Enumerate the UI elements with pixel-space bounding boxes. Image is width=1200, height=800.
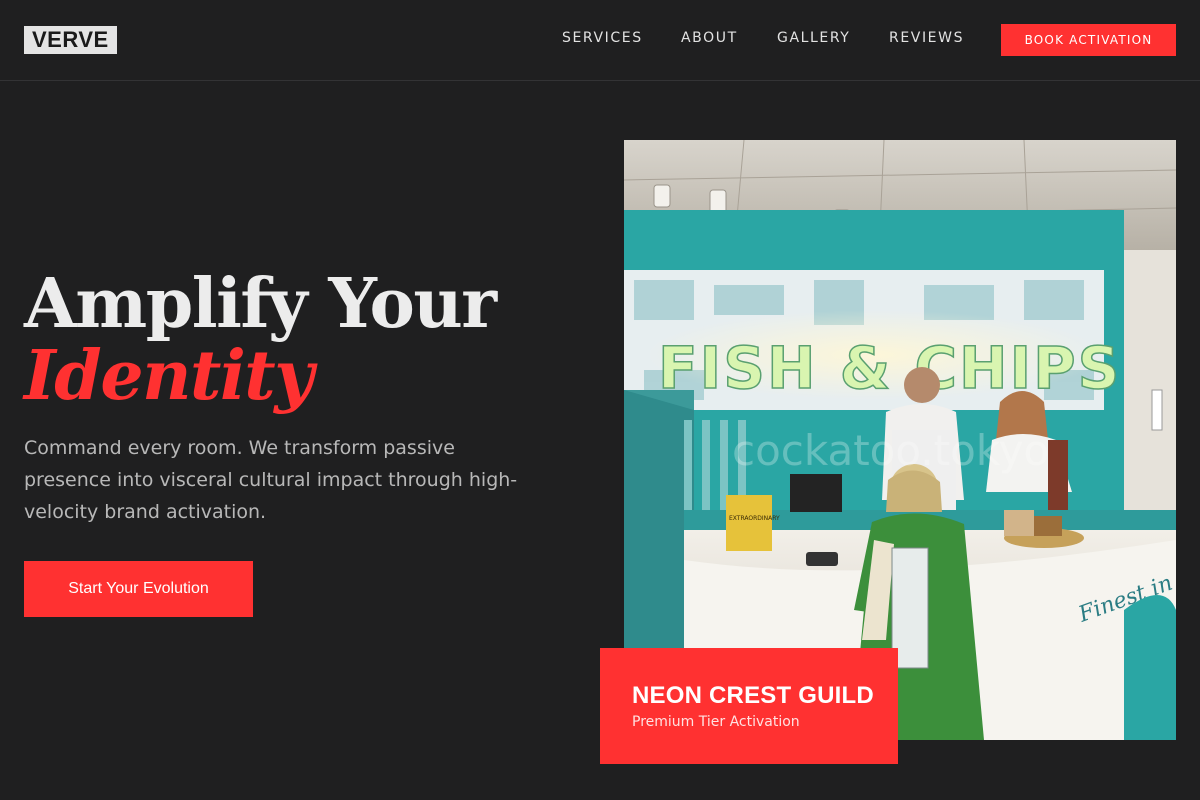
hero-subtitle: Command every room. We transform passive…	[24, 437, 518, 523]
nav-link-about[interactable]: ABOUT	[681, 30, 738, 46]
client-card: NEON CREST GUILD Premium Tier Activation	[600, 648, 898, 764]
client-card-subtitle: Premium Tier Activation	[632, 714, 800, 730]
photo-poster-text: EXTRAORDINARY	[729, 515, 780, 522]
nav-link-reviews[interactable]: REVIEWS	[889, 30, 964, 46]
nav-link-gallery[interactable]: GALLERY	[777, 30, 850, 46]
hero-title: Amplify Your Identity	[24, 268, 584, 412]
hero-title-line2: Identity	[24, 336, 314, 416]
photo-sign-text: FISH & CHIPS	[658, 334, 1121, 402]
hero-title-line1: Amplify Your	[24, 264, 497, 344]
top-navbar: VERVE SERVICES ABOUT GALLERY REVIEWS BOO…	[0, 0, 1200, 81]
client-card-title: NEON CREST GUILD	[632, 682, 874, 709]
photo-watermark: cockatoo.tokyo	[732, 426, 1049, 475]
book-activation-button[interactable]: BOOK ACTIVATION	[1001, 24, 1176, 56]
nav-link-services[interactable]: SERVICES	[562, 30, 643, 46]
start-evolution-button[interactable]: Start Your Evolution	[24, 561, 253, 617]
